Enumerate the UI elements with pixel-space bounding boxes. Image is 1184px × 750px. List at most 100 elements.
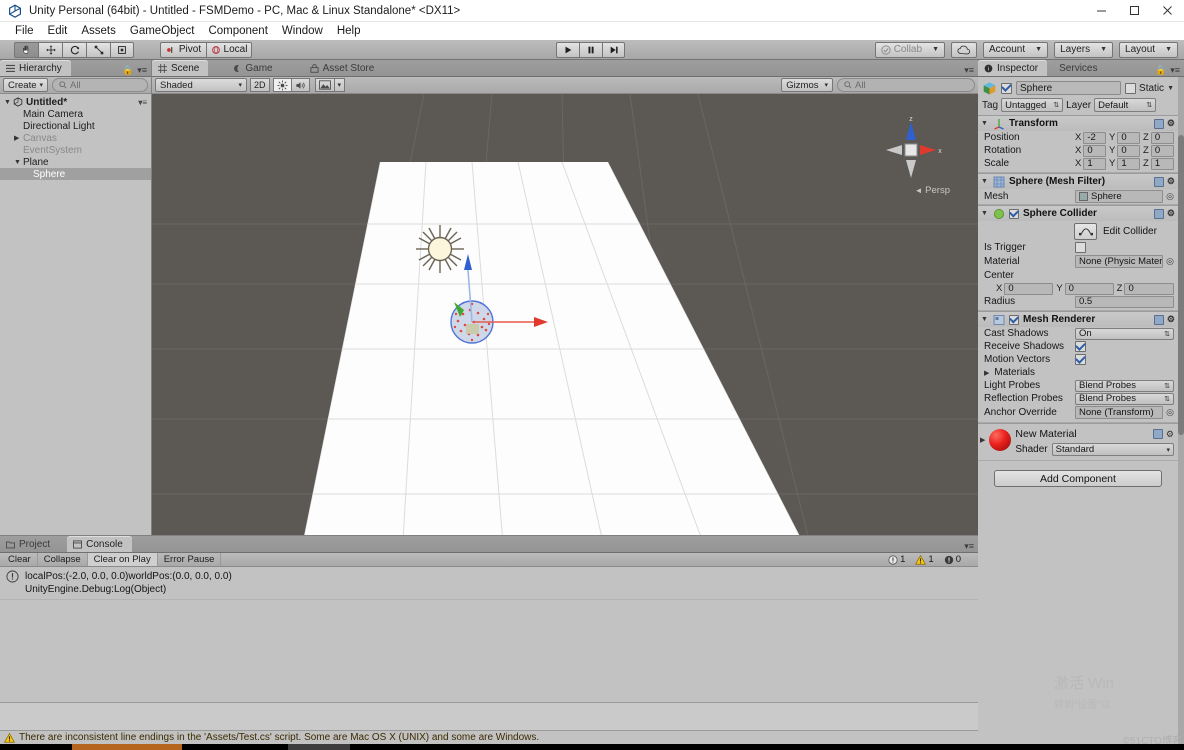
local-toggle[interactable]: Local	[206, 41, 252, 58]
edit-collider-button[interactable]	[1074, 222, 1097, 240]
rotation-y-input[interactable]: 0	[1117, 144, 1140, 157]
move-tool-icon[interactable]	[38, 41, 62, 58]
gear-icon[interactable]: ⚙	[1167, 314, 1175, 325]
scale-y-input[interactable]: 1	[1117, 157, 1140, 170]
gizmos-dropdown[interactable]: Gizmos ▾	[781, 78, 833, 92]
shader-dropdown[interactable]: Standard ▾	[1051, 443, 1174, 456]
is-trigger-checkbox[interactable]	[1075, 242, 1086, 253]
cast-shadows-dropdown[interactable]: On ⇅	[1075, 327, 1174, 340]
tab-project[interactable]: Project	[0, 536, 59, 552]
expand-triangle-icon[interactable]: ▶	[984, 369, 989, 377]
status-bar[interactable]: There are inconsistent line endings in t…	[0, 730, 978, 744]
gear-icon[interactable]: ⚙	[1167, 176, 1175, 187]
chevron-down-icon[interactable]: ▼	[1167, 85, 1174, 92]
inspector-scroll-thumb[interactable]	[1178, 135, 1184, 435]
mesh-renderer-enabled-checkbox[interactable]	[1009, 314, 1019, 325]
clear-button[interactable]: Clear	[2, 553, 38, 566]
effects-dropdown[interactable]: ▾	[333, 78, 346, 92]
menu-gameobject[interactable]: GameObject	[123, 24, 202, 38]
help-icon[interactable]	[1153, 314, 1164, 325]
menu-component[interactable]: Component	[201, 24, 274, 38]
hierarchy-item-main-camera[interactable]: Main Camera	[0, 108, 151, 120]
maximize-button[interactable]	[1118, 0, 1151, 22]
inspector-scrollbar[interactable]	[1178, 77, 1184, 750]
account-dropdown[interactable]: Account ▼	[983, 41, 1049, 58]
create-button[interactable]: Create ▾	[3, 78, 49, 92]
layer-dropdown[interactable]: Default ⇅	[1094, 98, 1157, 112]
center-x-input[interactable]: 0	[1004, 282, 1054, 295]
mesh-filter-header[interactable]: ▼ Sphere (Mesh Filter) ⚙	[978, 174, 1178, 189]
help-icon[interactable]	[1153, 208, 1164, 219]
expand-triangle-icon[interactable]: ▶	[14, 134, 23, 142]
scene-orientation-gizmo[interactable]: z x	[880, 116, 942, 186]
scale-x-input[interactable]: 1	[1083, 157, 1106, 170]
object-picker-icon[interactable]: ◎	[1166, 407, 1174, 418]
taskbar-item[interactable]	[72, 744, 182, 750]
hierarchy-item-untitled[interactable]: ▼ Untitled* ▾≡	[0, 96, 151, 108]
center-z-input[interactable]: 0	[1124, 282, 1174, 295]
tab-game[interactable]: Game	[226, 60, 281, 76]
rotation-z-input[interactable]: 0	[1150, 144, 1174, 157]
hierarchy-item-directional-light[interactable]: Directional Light	[0, 120, 151, 132]
object-picker-icon[interactable]: ◎	[1166, 191, 1174, 202]
clear-on-play-button[interactable]: Clear on Play	[87, 553, 158, 566]
error-pause-button[interactable]: Error Pause	[158, 553, 222, 566]
help-icon[interactable]	[1152, 429, 1163, 439]
scene-search-input[interactable]: All	[837, 78, 975, 92]
layers-dropdown[interactable]: Layers ▼	[1054, 41, 1114, 58]
radius-input[interactable]: 0.5	[1075, 295, 1174, 308]
position-z-input[interactable]: 0	[1150, 131, 1174, 144]
draw-mode-dropdown[interactable]: Shaded ▾	[155, 78, 247, 92]
pivot-toggle[interactable]: Pivot	[160, 41, 206, 58]
tab-services[interactable]: Services	[1053, 60, 1106, 76]
collapse-triangle-icon[interactable]: ▼	[14, 159, 23, 166]
collab-dropdown[interactable]: Collab ▼	[874, 41, 945, 58]
tab-inspector[interactable]: i Inspector	[978, 60, 1048, 76]
console-log-entry[interactable]: localPos:(-2.0, 0.0, 0.0)worldPos:(0.0, …	[0, 567, 978, 600]
panel-menu-icon[interactable]: ▾≡	[1170, 65, 1180, 76]
tag-dropdown[interactable]: Untagged ⇅	[1001, 98, 1064, 112]
hierarchy-item-canvas[interactable]: ▶ Canvas	[0, 132, 151, 144]
step-button[interactable]	[602, 41, 625, 58]
add-component-button[interactable]: Add Component	[994, 470, 1162, 487]
panel-menu-icon[interactable]: ▾≡	[964, 65, 974, 76]
gameobject-name-input[interactable]: Sphere	[1016, 81, 1122, 95]
sphere-collider-enabled-checkbox[interactable]	[1009, 208, 1019, 219]
projection-label[interactable]: ◄ Persp	[915, 185, 950, 196]
effects-icon[interactable]	[314, 78, 334, 92]
object-picker-icon[interactable]: ◎	[1166, 256, 1174, 267]
console-log-list[interactable]: localPos:(-2.0, 0.0, 0.0)worldPos:(0.0, …	[0, 567, 978, 702]
collapse-triangle-icon[interactable]: ▼	[4, 99, 13, 106]
motion-vectors-checkbox[interactable]	[1075, 354, 1086, 365]
hierarchy-item-plane[interactable]: ▼ Plane	[0, 156, 151, 168]
rect-tool-icon[interactable]	[110, 41, 134, 58]
mesh-renderer-header[interactable]: ▼ Mesh Renderer ⚙	[978, 312, 1178, 327]
position-y-input[interactable]: 0	[1117, 131, 1140, 144]
close-button[interactable]	[1151, 0, 1184, 22]
scale-tool-icon[interactable]	[86, 41, 110, 58]
menu-help[interactable]: Help	[330, 24, 368, 38]
gear-icon[interactable]: ⚙	[1167, 118, 1175, 129]
panel-menu-icon[interactable]: ▾≡	[137, 65, 147, 76]
rotate-tool-icon[interactable]	[62, 41, 86, 58]
panel-menu-icon[interactable]: ▾≡	[964, 541, 974, 552]
lighting-icon[interactable]	[272, 78, 291, 92]
taskbar-item[interactable]	[288, 744, 350, 750]
sphere-collider-header[interactable]: ▼ Sphere Collider ⚙	[978, 206, 1178, 221]
collapse-triangle-icon[interactable]: ▼	[981, 178, 989, 185]
collapse-triangle-icon[interactable]: ▼	[981, 210, 989, 217]
materials-row[interactable]: ▶ Materials	[978, 366, 1178, 379]
menu-edit[interactable]: Edit	[41, 24, 75, 38]
menu-file[interactable]: File	[8, 24, 41, 38]
audio-icon[interactable]	[290, 78, 310, 92]
hierarchy-search-input[interactable]: All	[52, 78, 148, 92]
gameobject-enabled-checkbox[interactable]	[1001, 82, 1012, 94]
scene-context-menu-icon[interactable]: ▾≡	[138, 98, 147, 107]
play-button[interactable]	[556, 41, 579, 58]
hierarchy-item-sphere[interactable]: Sphere	[0, 168, 151, 180]
pause-button[interactable]	[579, 41, 602, 58]
menu-window[interactable]: Window	[275, 24, 330, 38]
cloud-button[interactable]	[951, 41, 977, 58]
info-count[interactable]: 1	[883, 554, 910, 565]
tab-asset-store[interactable]: Asset Store	[304, 60, 384, 76]
